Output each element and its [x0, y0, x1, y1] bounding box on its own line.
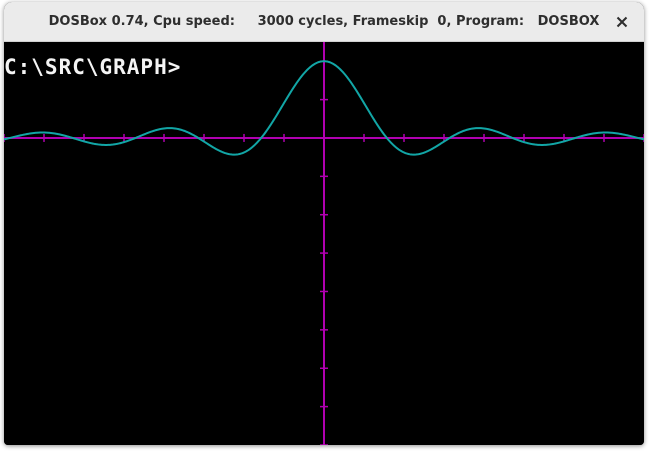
function-graph — [4, 42, 644, 445]
dosbox-window: DOSBox 0.74, Cpu speed: 3000 cycles, Fra… — [4, 2, 644, 445]
command-prompt: C:\SRC\GRAPH> — [4, 55, 182, 79]
window-title: DOSBox 0.74, Cpu speed: 3000 cycles, Fra… — [48, 14, 600, 29]
close-icon — [616, 16, 628, 28]
close-button[interactable] — [610, 10, 634, 34]
dos-screen[interactable]: C:\SRC\GRAPH> — [4, 42, 644, 445]
title-bar[interactable]: DOSBox 0.74, Cpu speed: 3000 cycles, Fra… — [4, 2, 644, 42]
